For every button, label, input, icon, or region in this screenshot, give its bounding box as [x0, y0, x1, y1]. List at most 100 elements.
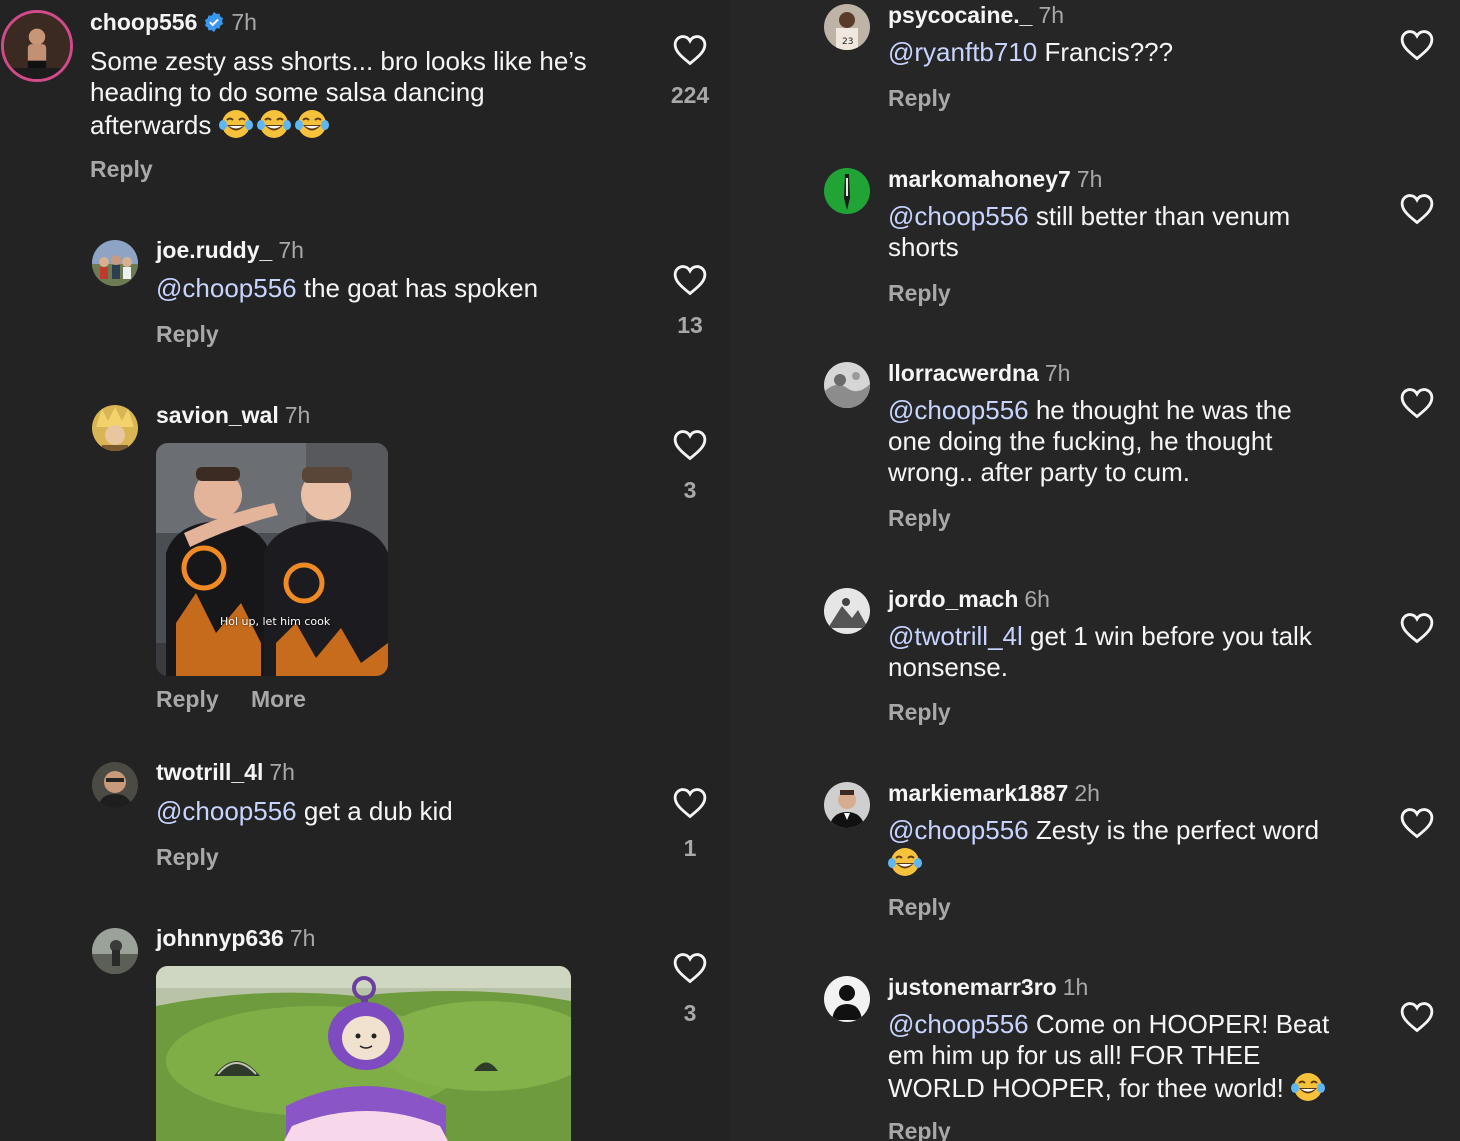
avatar[interactable]: 23 — [824, 4, 870, 50]
more-button[interactable]: More — [251, 686, 306, 713]
comment-text: @choop556 get a dub kid — [156, 796, 656, 827]
right-comment-column: 23 psycocaine._ 7h @ryanftb710 Francis???… — [730, 0, 1460, 1141]
mention-link[interactable]: @choop556 — [888, 815, 1029, 845]
like-button[interactable] — [1387, 1001, 1447, 1033]
comment-line: one doing the fucking, he thought — [888, 426, 1273, 456]
comment-line: @choop556 still better than venum — [888, 201, 1388, 232]
reply-button[interactable]: Reply — [888, 85, 951, 112]
username[interactable]: psycocaine._ — [888, 2, 1032, 28]
heart-outline-icon — [673, 787, 707, 819]
like-button[interactable] — [1387, 29, 1447, 61]
like-button[interactable] — [1387, 387, 1447, 419]
mention-link[interactable]: @choop556 — [888, 201, 1029, 231]
reply-button[interactable]: Reply — [888, 280, 951, 307]
gif-attachment[interactable]: Hol up, let him cook — [156, 443, 388, 676]
like-button[interactable]: 3 — [660, 429, 720, 504]
username[interactable]: jordo_mach — [888, 586, 1018, 612]
comment-body: the goat has spoken — [296, 273, 539, 303]
avatar[interactable] — [824, 362, 870, 408]
avatar[interactable] — [92, 928, 138, 974]
like-count: 13 — [677, 312, 703, 338]
like-count: 3 — [683, 477, 697, 503]
avatar[interactable] — [92, 762, 138, 808]
comment-line: @twotrill_4l get 1 win before you talk — [888, 621, 1388, 652]
reply-button[interactable]: Reply — [90, 156, 153, 183]
left-comment-column: choop556 7h Some zesty ass shorts... bro … — [0, 0, 730, 1141]
timestamp: 7h — [278, 237, 304, 263]
like-count: 1 — [683, 835, 697, 861]
timestamp: 1h — [1062, 974, 1089, 1000]
comment-line: nonsense. — [888, 652, 1008, 682]
reply-button[interactable]: Reply — [156, 686, 219, 713]
comment-line: wrong.. after party to cum. — [888, 457, 1191, 487]
comment-body: Francis??? — [1037, 37, 1174, 67]
avatar[interactable] — [824, 168, 870, 214]
reply-button[interactable]: Reply — [888, 699, 951, 726]
comment-line: shorts — [888, 232, 959, 262]
timestamp: 7h — [231, 9, 257, 35]
avatar[interactable] — [824, 588, 870, 634]
avatar[interactable] — [824, 976, 870, 1022]
reply-button[interactable]: Reply — [156, 321, 219, 348]
username[interactable]: markomahoney7 — [888, 166, 1071, 192]
heart-outline-icon — [673, 34, 707, 66]
comment-body: still better than venum — [1028, 201, 1291, 231]
heart-outline-icon — [1400, 1001, 1434, 1033]
like-button[interactable]: 3 — [660, 952, 720, 1027]
timestamp: 7h — [1044, 360, 1071, 386]
mention-link[interactable]: @twotrill_4l — [888, 621, 1023, 651]
timestamp: 7h — [1038, 2, 1065, 28]
gif-attachment[interactable] — [156, 966, 571, 1141]
comment-body: Come on HOOPER! Beat — [1028, 1009, 1330, 1039]
reply-button[interactable]: Reply — [888, 505, 951, 532]
avatar[interactable] — [824, 782, 870, 828]
comment-line — [888, 846, 1388, 879]
comment-line: WORLD HOOPER, for thee world! — [888, 1071, 1388, 1104]
avatar[interactable] — [92, 240, 138, 286]
username[interactable]: choop556 — [90, 9, 197, 35]
username[interactable]: markiemark1887 — [888, 780, 1068, 806]
heart-outline-icon — [673, 952, 707, 984]
mention-link[interactable]: @ryanftb710 — [888, 37, 1037, 67]
heart-outline-icon — [1400, 807, 1434, 839]
like-button[interactable]: 224 — [660, 34, 720, 109]
mention-link[interactable]: @choop556 — [156, 796, 297, 826]
like-button[interactable] — [1387, 612, 1447, 644]
heart-outline-icon — [673, 264, 707, 296]
timestamp: 6h — [1024, 586, 1050, 612]
mention-link[interactable]: @choop556 — [156, 273, 297, 303]
avatar[interactable] — [1, 10, 73, 82]
like-count: 3 — [683, 1000, 697, 1026]
like-button[interactable] — [1387, 193, 1447, 225]
comment-text: Some zesty ass shorts... bro looks like … — [90, 46, 650, 141]
tears-of-joy-emoji — [888, 846, 922, 878]
username[interactable]: twotrill_4l — [156, 759, 263, 785]
comment-text: @choop556 Come on HOOPER! Beat em him up… — [888, 1009, 1388, 1104]
timestamp: 2h — [1074, 780, 1100, 806]
comment-text: @ryanftb710 Francis??? — [888, 37, 1388, 68]
reply-button[interactable]: Reply — [888, 894, 951, 921]
tears-of-joy-emoji — [295, 108, 329, 140]
comment-line-text: afterwards — [90, 110, 212, 140]
comment-line-text: WORLD HOOPER, for thee world! — [888, 1073, 1284, 1103]
comment-line: @choop556 Zesty is the perfect word — [888, 815, 1388, 846]
heart-outline-icon — [1400, 29, 1434, 61]
reply-button[interactable]: Reply — [888, 1118, 951, 1141]
comment-text: @choop556 he thought he was the one doin… — [888, 395, 1388, 488]
verified-badge-icon — [205, 11, 224, 33]
mention-link[interactable]: @choop556 — [888, 1009, 1029, 1039]
avatar[interactable] — [92, 405, 138, 451]
username[interactable]: joe.ruddy_ — [156, 237, 272, 263]
like-button[interactable]: 1 — [660, 787, 720, 862]
reply-button[interactable]: Reply — [156, 844, 219, 871]
like-button[interactable] — [1387, 807, 1447, 839]
username[interactable]: justonemarr3ro — [888, 974, 1057, 1000]
comment-line: afterwards — [90, 108, 650, 141]
username[interactable]: llorracwerdna — [888, 360, 1039, 386]
mention-link[interactable]: @choop556 — [888, 395, 1029, 425]
username[interactable]: johnnyp636 — [156, 925, 284, 951]
like-button[interactable]: 13 — [660, 264, 720, 339]
comment-body: get 1 win before you talk — [1022, 621, 1312, 651]
comment-line: @choop556 he thought he was the — [888, 395, 1388, 426]
username[interactable]: savion_wal — [156, 402, 279, 428]
